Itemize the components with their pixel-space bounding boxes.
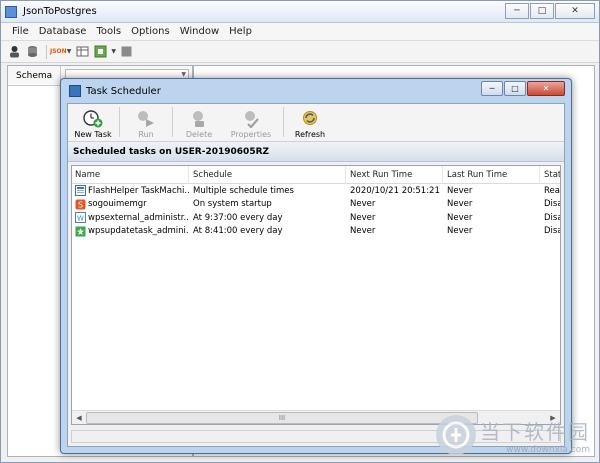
svg-text:W: W — [77, 215, 84, 223]
main-toolbar: JSON ▼ ▼ — [1, 41, 599, 63]
watermark: 当下软件园 www.downxia.com — [436, 415, 590, 455]
column-header-next-run[interactable]: Next Run Time — [346, 166, 443, 184]
task-name: sogouimemgr — [88, 199, 147, 210]
column-header-status[interactable]: Status — [540, 166, 560, 184]
column-header-name[interactable]: Name — [72, 166, 189, 184]
clock-plus-icon — [83, 110, 103, 128]
toolbar-separator — [172, 107, 173, 137]
task-next-run: Never — [350, 199, 376, 210]
json-import-icon[interactable]: JSON — [50, 48, 67, 55]
database-icon[interactable] — [25, 45, 39, 59]
task-status: Disab — [544, 226, 560, 237]
menu-tools[interactable]: Tools — [91, 26, 126, 37]
wps-word-task-icon: W — [75, 212, 86, 224]
task-list-header: Name Schedule Next Run Time Last Run Tim… — [72, 166, 560, 184]
properties-icon — [241, 110, 261, 128]
dialog-minimize-button[interactable]: ─ — [481, 81, 503, 96]
menu-options[interactable]: Options — [126, 26, 175, 37]
svg-text:S: S — [78, 200, 83, 209]
task-next-run: Never — [350, 226, 376, 237]
properties-button[interactable]: Properties — [222, 110, 280, 139]
dialog-maximize-button[interactable]: □ — [504, 81, 526, 96]
task-next-run: Never — [350, 212, 376, 223]
task-list[interactable]: Name Schedule Next Run Time Last Run Tim… — [71, 165, 561, 425]
main-minimize-button[interactable]: ─ — [505, 3, 529, 19]
task-scheduler-dialog: Task Scheduler ─ □ ✕ New Task Run Delete… — [60, 78, 572, 454]
toolbar-separator — [119, 107, 120, 137]
table-row[interactable]: wpsupdatetask_admini... At 8:41:00 every… — [72, 225, 560, 239]
wps-update-task-icon — [75, 226, 86, 237]
column-header-last-run[interactable]: Last Run Time — [443, 166, 540, 184]
menu-help[interactable]: Help — [224, 26, 257, 37]
column-header-schedule[interactable]: Schedule — [189, 166, 346, 184]
new-task-button[interactable]: New Task — [70, 110, 116, 139]
dialog-close-button[interactable]: ✕ — [527, 81, 565, 96]
dialog-title-text: Task Scheduler — [86, 85, 161, 97]
watermark-url: www.downxia.com — [506, 444, 590, 455]
app-icon — [5, 5, 17, 18]
dialog-body: New Task Run Delete Properties Refresh S… — [67, 103, 565, 447]
dialog-title-bar[interactable]: Task Scheduler ─ □ ✕ — [67, 79, 565, 103]
watermark-logo-icon — [436, 415, 476, 455]
table-row[interactable]: W wpsexternal_administr... At 9:37:00 ev… — [72, 211, 560, 225]
run-button[interactable]: Run — [123, 110, 169, 139]
scheduled-tasks-header: Scheduled tasks on USER-20190605RZ — [68, 142, 564, 162]
chevron-down-icon[interactable]: ▼ — [111, 48, 116, 55]
scroll-left-icon[interactable]: ◀ — [72, 411, 86, 425]
menu-database[interactable]: Database — [34, 26, 92, 37]
delete-icon — [189, 110, 209, 128]
stop-icon[interactable] — [120, 45, 134, 59]
menu-bar: File Database Tools Options Window Help — [1, 23, 599, 41]
task-status: Read — [544, 185, 560, 196]
main-close-button[interactable]: ✕ — [555, 3, 595, 19]
menu-file[interactable]: File — [7, 26, 34, 37]
refresh-button[interactable]: Refresh — [287, 110, 333, 139]
task-next-run: 2020/10/21 20:51:21 — [350, 185, 440, 196]
task-name: wpsexternal_administr... — [88, 212, 189, 223]
task-name: wpsupdatetask_admini... — [88, 226, 189, 237]
main-title-bar[interactable]: JsonToPostgres ─ □ ✕ — [1, 1, 599, 23]
delete-button[interactable]: Delete — [176, 110, 222, 139]
toolbar-separator — [283, 107, 284, 137]
new-task-label: New Task — [74, 130, 112, 139]
dialog-toolbar: New Task Run Delete Properties Refresh — [68, 104, 564, 142]
task-scheduler-icon — [69, 85, 81, 97]
schema-tab[interactable]: Schema — [8, 66, 62, 85]
flashhelper-task-icon — [75, 185, 86, 197]
export-icon[interactable] — [93, 45, 107, 59]
properties-label: Properties — [230, 130, 272, 139]
task-status: Disab — [544, 199, 560, 210]
task-name: FlashHelper TaskMachi... — [88, 185, 189, 196]
main-maximize-button[interactable]: □ — [530, 3, 554, 19]
table-row[interactable]: FlashHelper TaskMachi... Multiple schedu… — [72, 184, 560, 198]
task-last-run: Never — [447, 199, 473, 210]
sogou-task-icon: S — [75, 199, 86, 210]
run-label: Run — [138, 130, 154, 139]
task-schedule: Multiple schedule times — [193, 185, 294, 196]
chevron-down-icon[interactable]: ▼ — [67, 48, 72, 55]
task-schedule: On system startup — [193, 199, 272, 210]
connect-user-icon[interactable] — [7, 45, 21, 59]
table-icon[interactable] — [75, 45, 89, 59]
task-schedule: At 9:37:00 every day — [193, 212, 283, 223]
toolbar-separator — [46, 44, 47, 59]
main-title-text: JsonToPostgres — [23, 6, 97, 17]
table-row[interactable]: S sogouimemgr On system startup Never Ne… — [72, 198, 560, 212]
task-status: Disab — [544, 212, 560, 223]
menu-window[interactable]: Window — [175, 26, 224, 37]
task-schedule: At 8:41:00 every day — [193, 226, 283, 237]
task-last-run: Never — [447, 212, 473, 223]
scrollbar-thumb[interactable]: III — [86, 411, 478, 424]
task-last-run: Never — [447, 185, 473, 196]
delete-label: Delete — [185, 130, 213, 139]
refresh-label: Refresh — [294, 130, 326, 139]
run-arrow-icon — [136, 110, 156, 128]
task-last-run: Never — [447, 226, 473, 237]
refresh-icon — [300, 110, 320, 128]
watermark-text: 当下软件园 — [480, 419, 590, 444]
